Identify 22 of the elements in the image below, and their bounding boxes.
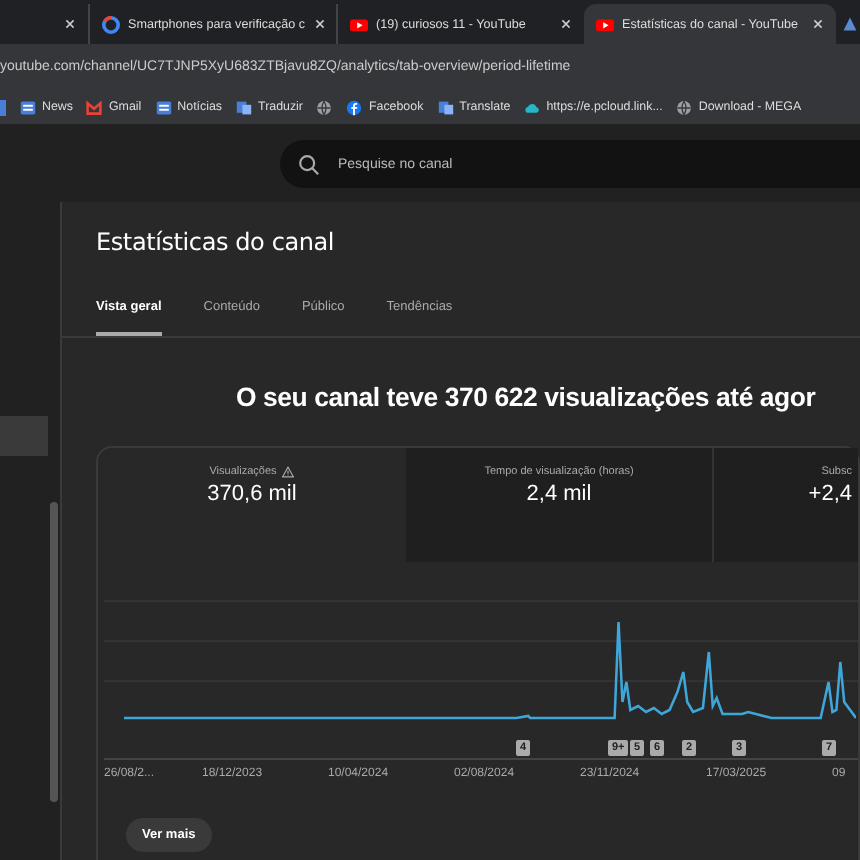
globe-icon[interactable] [316, 99, 333, 115]
search-icon [298, 153, 320, 175]
close-icon[interactable] [313, 18, 326, 30]
close-icon[interactable] [560, 18, 572, 30]
translate-icon [437, 99, 454, 115]
cloud-icon [524, 99, 541, 115]
mail-icon [86, 99, 103, 115]
metric-value: 2,4 mil [526, 482, 592, 506]
headline: O seu canal teve 370 622 visualizações até agor [236, 382, 818, 412]
triangle-icon[interactable] [842, 16, 858, 32]
news-icon [20, 99, 36, 115]
page-title: Estatísticas do canal [96, 228, 337, 256]
play-icon [596, 15, 614, 33]
globe-icon [676, 99, 693, 115]
close-icon[interactable] [64, 18, 76, 30]
facebook-icon [346, 99, 363, 115]
news-icon [155, 99, 172, 115]
metric-value: +2,4 [808, 482, 852, 506]
translate-icon [236, 99, 253, 115]
close-icon[interactable] [812, 18, 824, 30]
metric-value: 370,6 mil [207, 482, 297, 506]
play-icon [350, 15, 368, 33]
